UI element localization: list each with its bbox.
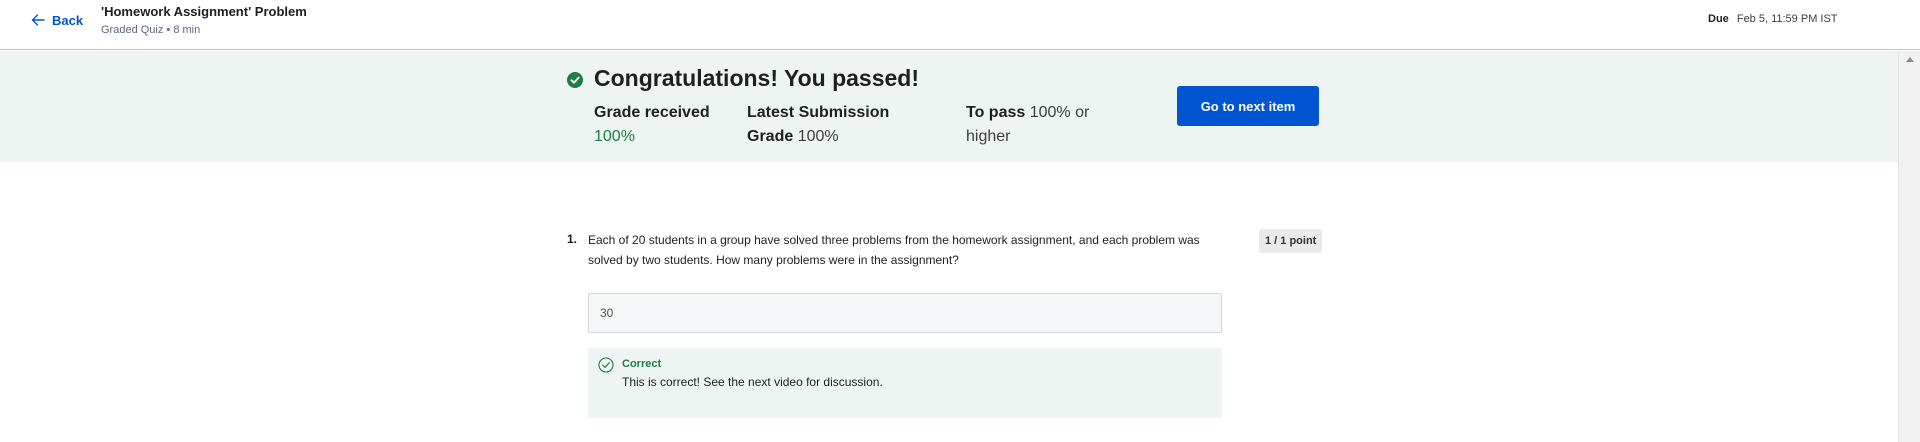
points-badge: 1 / 1 point — [1259, 229, 1323, 253]
scroll-up-arrow-icon[interactable] — [1906, 57, 1914, 62]
question-number: 1. — [567, 232, 578, 246]
back-button[interactable]: Back — [30, 10, 83, 30]
latest-submission-stat: Latest Submission Grade 100% — [747, 101, 917, 149]
back-label: Back — [52, 12, 84, 28]
answer-input[interactable]: 30 — [588, 293, 1222, 333]
answer-value: 30 — [600, 306, 614, 320]
pass-heading: Congratulations! You passed! — [594, 65, 920, 91]
quiz-title: 'Homework Assignment' Problem — [101, 4, 307, 19]
question-text: Each of 20 students in a group have solv… — [588, 233, 1200, 267]
quiz-title-block: 'Homework Assignment' Problem Graded Qui… — [101, 4, 307, 38]
to-pass-stat: To pass 100% or higher — [966, 101, 1106, 149]
page-scrollbar[interactable] — [1898, 51, 1920, 442]
due-date: Due Feb 5, 11:59 PM IST — [1708, 13, 1838, 25]
quiz-subtitle: Graded Quiz • 8 min — [101, 24, 201, 36]
grade-received-label: Grade received — [594, 104, 710, 121]
due-value: Feb 5, 11:59 PM IST — [1736, 13, 1838, 25]
feedback-title: Correct — [622, 358, 662, 370]
feedback-box: Correct This is correct! See the next vi… — [588, 348, 1222, 418]
grade-received-stat: Grade received 100% — [594, 101, 714, 149]
feedback-text: This is correct! See the next video for … — [622, 375, 883, 389]
due-label: Due — [1708, 13, 1729, 25]
check-circle-outline-icon — [598, 357, 614, 373]
go-to-next-item-button[interactable]: Go to next item — [1177, 86, 1319, 126]
check-circle-filled-icon — [567, 72, 583, 88]
pass-banner: Congratulations! You passed! Grade recei… — [0, 51, 1898, 162]
arrow-left-icon — [31, 14, 45, 26]
top-header: Back 'Homework Assignment' Problem Grade… — [0, 0, 1920, 50]
to-pass-label: To pass — [966, 104, 1026, 121]
grade-received-value: 100% — [594, 128, 635, 145]
latest-submission-value: 100% — [797, 128, 839, 145]
